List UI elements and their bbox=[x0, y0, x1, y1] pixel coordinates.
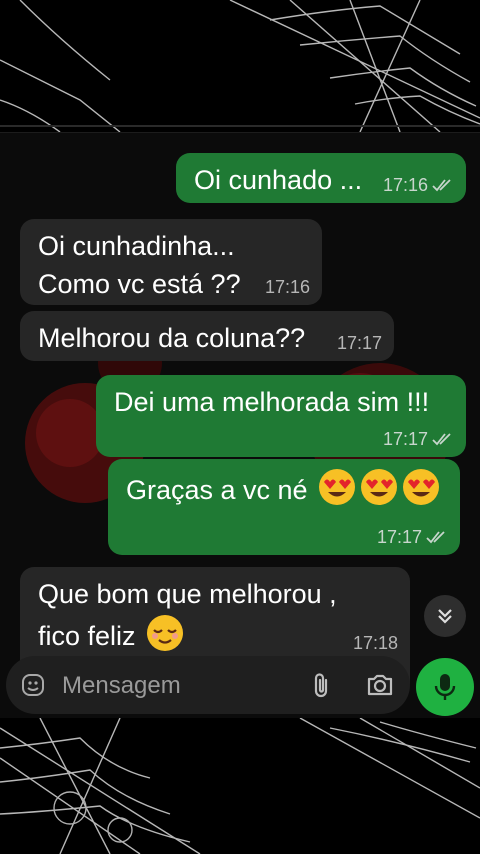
message-text: Melhorou da coluna?? bbox=[38, 323, 306, 353]
message-time: 17:17 bbox=[336, 333, 382, 353]
mic-icon bbox=[434, 674, 456, 700]
message-meta: 17:18 bbox=[353, 633, 398, 653]
message-text: Graças a vc né bbox=[126, 475, 308, 505]
message-text: Que bom que melhorou , fico feliz bbox=[38, 579, 337, 651]
camera-icon[interactable] bbox=[366, 672, 394, 698]
message-text: Oi cunhadinha... Como vc está ?? bbox=[38, 231, 241, 299]
message-meta: 17:17 bbox=[337, 333, 382, 353]
spider-web-graphic bbox=[0, 0, 480, 132]
message-text: Oi cunhado ... bbox=[194, 165, 363, 195]
message-time: 17:18 bbox=[352, 633, 398, 653]
scroll-to-bottom-button[interactable] bbox=[424, 595, 466, 637]
message-text: Dei uma melhorada sim !!! bbox=[114, 387, 430, 417]
heart-eyes-emoji-icon bbox=[403, 469, 440, 505]
message-input[interactable] bbox=[60, 666, 294, 706]
double-chevron-down-icon bbox=[438, 609, 452, 624]
message-meta: 17:17 bbox=[377, 527, 448, 547]
sticker-icon[interactable] bbox=[20, 672, 46, 698]
outgoing-message[interactable]: Oi cunhado ... 17:16 bbox=[176, 153, 466, 203]
heart-eyes-emoji-icon bbox=[319, 469, 356, 505]
relieved-face-emoji-icon bbox=[147, 615, 184, 651]
attach-icon[interactable] bbox=[310, 671, 332, 699]
message-time: 17:17 bbox=[376, 527, 422, 547]
chat-area[interactable]: Oi cunhado ... 17:16 Oi cunhadinha... Co… bbox=[0, 132, 480, 719]
spider-web-graphic bbox=[0, 718, 480, 854]
outgoing-message[interactable]: Graças a vc né 17:17 bbox=[108, 459, 460, 555]
heart-eyes-emoji-icon bbox=[361, 469, 398, 505]
message-composer bbox=[6, 656, 410, 714]
top-web-decoration bbox=[0, 0, 480, 132]
message-meta: 17:16 bbox=[383, 175, 454, 195]
voice-message-button[interactable] bbox=[416, 658, 474, 716]
message-meta: 17:17 bbox=[383, 429, 454, 449]
double-check-icon bbox=[426, 531, 445, 544]
message-time: 17:16 bbox=[382, 175, 428, 195]
incoming-message[interactable]: Oi cunhadinha... Como vc está ?? 17:16 bbox=[20, 219, 322, 305]
double-check-icon bbox=[432, 179, 451, 192]
message-time: 17:17 bbox=[382, 429, 428, 449]
incoming-message[interactable]: Melhorou da coluna?? 17:17 bbox=[20, 311, 394, 361]
double-check-icon bbox=[432, 433, 451, 446]
message-time: 17:16 bbox=[264, 277, 310, 297]
message-meta: 17:16 bbox=[265, 277, 310, 297]
bottom-web-decoration bbox=[0, 718, 480, 854]
outgoing-message[interactable]: Dei uma melhorada sim !!! 17:17 bbox=[96, 375, 466, 457]
